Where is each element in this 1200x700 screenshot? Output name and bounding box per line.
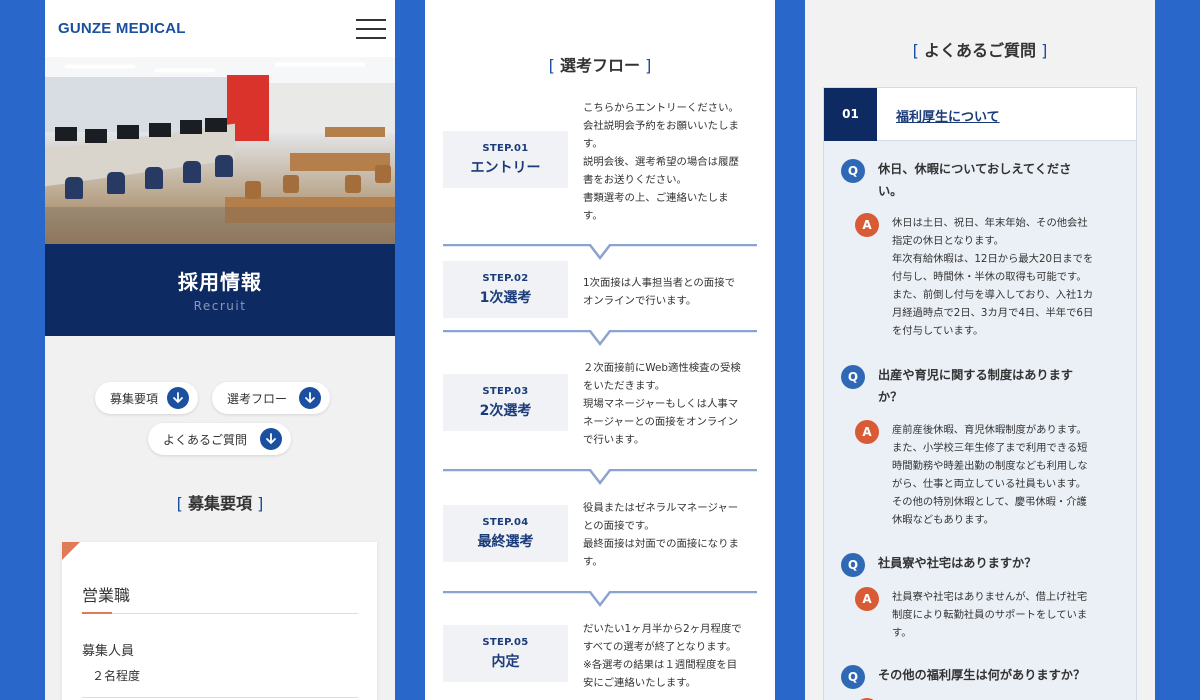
step-number: STEP.04 (482, 517, 529, 528)
hero-office-image (45, 57, 395, 244)
answer-icon: A (855, 587, 879, 611)
step-label: エントリー (470, 160, 541, 176)
nav-pill-label: よくあるご質問 (163, 432, 248, 447)
question-icon: Q (841, 665, 865, 689)
faq-answer: 休日は土日、祝日、年末年始、その他会社 指定の休日となります。 年次有給休暇は、12… (892, 217, 1094, 337)
answer-icon: A (855, 420, 879, 444)
step-label: 最終選考 (477, 534, 534, 550)
flow-divider-chevron (443, 591, 757, 608)
section-title-requirements: [ 募集要項 ] (176, 494, 264, 513)
step-box-1: STEP.01 エントリー (443, 131, 568, 188)
step-box-3: STEP.03 2次選考 (443, 374, 568, 431)
section-title-flow: [ 選考フロー ] (548, 56, 652, 75)
faq-category-number: 01 (824, 88, 877, 141)
step-description: だいたい1ヶ月半から2ヶ月程度で すべての選考が終了となります。 ※各選考の結果は１… (583, 623, 742, 689)
faq-panel: [ よくあるご質問 ] 01 福利厚生について Q 休日、休暇についておしえてく… (805, 0, 1155, 700)
faq-list: 01 福利厚生について Q 休日、休暇についておしえてくださ い。 A 休日は土日… (823, 87, 1137, 700)
site-header: GUNZE MEDICAL (45, 0, 395, 57)
job-title: 営業職 (82, 586, 131, 605)
nav-pill-label: 選考フロー (227, 391, 288, 406)
step-label: 2次選考 (479, 403, 532, 419)
hamburger-menu-icon[interactable] (356, 19, 386, 39)
job-field-label: 募集人員 (82, 644, 135, 659)
step-number: STEP.02 (482, 273, 529, 284)
step-number: STEP.03 (482, 386, 529, 397)
section-title-faq: [ よくあるご質問 ] (912, 41, 1048, 60)
faq-question[interactable]: 社員寮や社宅はありますか？ (878, 552, 1128, 574)
hero-band: 採用情報 Recruit (45, 244, 395, 336)
step-number: STEP.05 (482, 637, 529, 648)
step-description: こちらからエントリーください。 会社説明会予約をお願いいたしま す。 説明会後、選考希… (583, 102, 739, 222)
faq-category-header[interactable]: 01 福利厚生について (824, 88, 1136, 141)
faq-answer: 産前産後休暇、育児休暇制度があります。 また、小学校三年生修了まで利用できる短 時間… (892, 424, 1088, 526)
step-label: 内定 (491, 654, 520, 670)
step-description: ２次面接前にWeb適性検査の受検 をいただきます。 現場マネージャーもしくは人事マネ… (583, 362, 741, 446)
faq-question[interactable]: 出産や育児に関する制度はあります か？ (878, 364, 1128, 408)
step-box-4: STEP.04 最終選考 (443, 505, 568, 562)
page-subtitle: Recruit (193, 299, 247, 313)
job-field-value: ２名程度 (92, 669, 141, 683)
arrow-down-icon (299, 387, 321, 409)
step-label: 1次選考 (479, 290, 532, 306)
flow-divider-chevron (443, 244, 757, 261)
faq-question[interactable]: その他の福利厚生は何がありますか？ (878, 664, 1128, 686)
step-box-2: STEP.02 1次選考 (443, 261, 568, 318)
faq-answer: 社員寮や社宅はありませんが、借上げ社宅 制度により転勤社員のサポートをしていま す。 (892, 591, 1088, 639)
job-card: 営業職 募集人員 ２名程度 (62, 542, 377, 700)
nav-pill-requirements[interactable]: 募集要項 (95, 382, 198, 414)
selection-flow-panel: [ 選考フロー ] STEP.01 エントリー こちらからエントリーください。会… (425, 0, 775, 700)
arrow-down-icon (260, 428, 282, 450)
site-logo[interactable]: GUNZE MEDICAL (58, 20, 186, 37)
step-number: STEP.01 (482, 143, 529, 154)
faq-question[interactable]: 休日、休暇についておしえてくださ い。 (878, 158, 1128, 202)
nav-pill-flow[interactable]: 選考フロー (212, 382, 330, 414)
faq-category-link[interactable]: 福利厚生について (896, 106, 1000, 125)
question-icon: Q (841, 159, 865, 183)
step-box-5: STEP.05 内定 (443, 625, 568, 682)
flow-divider-chevron (443, 469, 757, 486)
nav-pill-faq[interactable]: よくあるご質問 (148, 423, 291, 455)
page-title: 採用情報 (178, 270, 262, 294)
nav-pill-label: 募集要項 (110, 391, 159, 406)
step-description: 1次面接は人事担当者との面接で オンラインで行います。 (583, 277, 735, 307)
card-corner-accent (62, 542, 80, 560)
recruit-panel: GUNZE MEDICAL 採用情報 Recruit 募集要項 選考フロー よく… (45, 0, 395, 700)
flow-divider-chevron (443, 330, 757, 347)
question-icon: Q (841, 365, 865, 389)
question-icon: Q (841, 553, 865, 577)
answer-icon: A (855, 213, 879, 237)
step-description: 役員またはゼネラルマネージャー との面接です。 最終面接は対面での面接になりま す。 (583, 502, 739, 568)
arrow-down-icon (167, 387, 189, 409)
